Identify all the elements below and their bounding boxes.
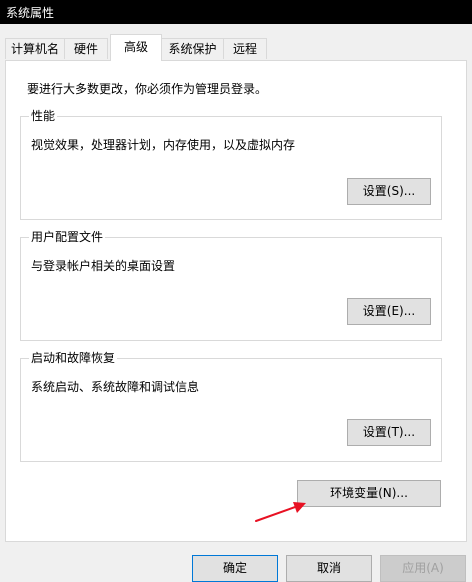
tab-hardware[interactable]: 硬件 [64, 38, 108, 59]
startup-recovery-description: 系统启动、系统故障和调试信息 [31, 380, 200, 394]
user-profiles-settings-button[interactable]: 设置(E)... [347, 298, 431, 325]
window-title: 系统属性 [6, 6, 55, 20]
user-profiles-group: 用户配置文件 与登录帐户相关的桌面设置 设置(E)... [20, 230, 442, 341]
tab-computer-name[interactable]: 计算机名 [5, 38, 65, 59]
performance-group: 性能 视觉效果，处理器计划，内存使用，以及虚拟内存 设置(S)... [20, 109, 442, 220]
admin-notice: 要进行大多数更改，你必须作为管理员登录。 [27, 82, 268, 96]
cancel-button[interactable]: 取消 [286, 555, 372, 582]
startup-recovery-group-title: 启动和故障恢复 [29, 351, 118, 365]
red-arrow-icon [255, 502, 306, 522]
apply-button[interactable]: 应用(A) [380, 555, 466, 582]
performance-settings-button[interactable]: 设置(S)... [347, 178, 431, 205]
title-bar: 系统属性 [0, 0, 472, 24]
tab-system-protection[interactable]: 系统保护 [161, 38, 224, 59]
user-profiles-description: 与登录帐户相关的桌面设置 [31, 259, 176, 273]
user-profiles-group-title: 用户配置文件 [29, 230, 106, 244]
environment-variables-button[interactable]: 环境变量(N)... [297, 480, 441, 507]
tab-strip: 计算机名 硬件 高级 系统保护 远程 [0, 24, 472, 61]
tab-advanced[interactable]: 高级 [110, 34, 162, 61]
performance-description: 视觉效果，处理器计划，内存使用，以及虚拟内存 [31, 138, 296, 152]
ok-button[interactable]: 确定 [192, 555, 278, 582]
startup-recovery-group: 启动和故障恢复 系统启动、系统故障和调试信息 设置(T)... [20, 351, 442, 462]
tab-remote[interactable]: 远程 [223, 38, 267, 59]
startup-recovery-settings-button[interactable]: 设置(T)... [347, 419, 431, 446]
performance-group-title: 性能 [29, 109, 58, 123]
